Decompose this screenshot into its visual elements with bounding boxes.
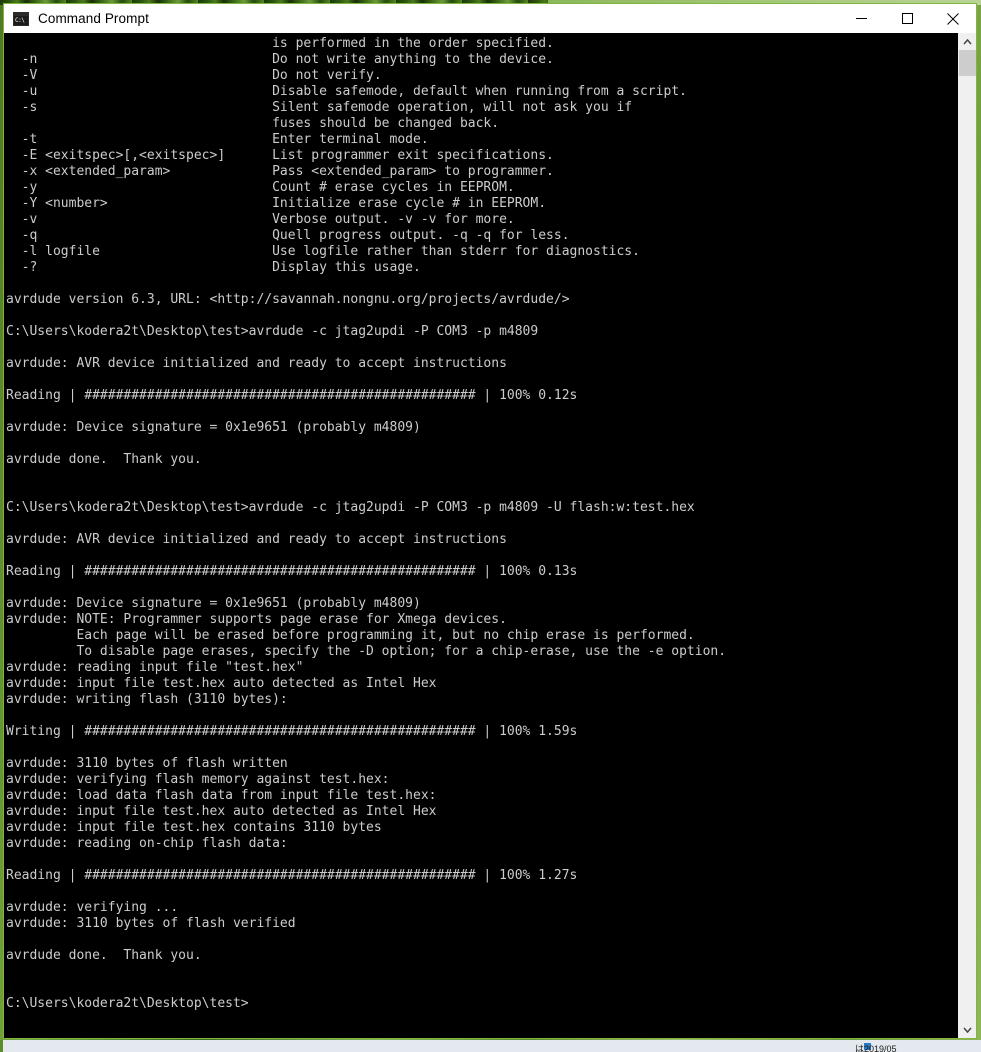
- maximize-button[interactable]: [884, 4, 930, 33]
- scroll-down-button[interactable]: [959, 1021, 976, 1038]
- maximize-icon: [901, 13, 913, 24]
- console-scrollbar[interactable]: [958, 33, 976, 1038]
- command-prompt-window: Command Prompt: [3, 3, 977, 1039]
- chevron-up-icon: [963, 38, 972, 45]
- close-button[interactable]: [930, 4, 976, 33]
- taskbar-label: は2019/05: [855, 1044, 897, 1052]
- chevron-down-icon: [963, 1026, 972, 1033]
- minimize-button[interactable]: [838, 4, 884, 33]
- console-area: is performed in the order specified. -n …: [4, 33, 976, 1038]
- cmd-icon: [13, 11, 29, 26]
- scroll-up-button[interactable]: [959, 33, 976, 50]
- taskbar-strip-edge: [0, 1040, 3, 1052]
- minimize-icon: [855, 18, 867, 19]
- scrollbar-thumb[interactable]: [959, 50, 976, 76]
- close-icon: [947, 12, 959, 25]
- console-output[interactable]: is performed in the order specified. -n …: [4, 33, 958, 1038]
- window-title: Command Prompt: [38, 11, 149, 26]
- scrollbar-track[interactable]: [959, 50, 976, 1021]
- window-controls: [838, 4, 976, 33]
- taskbar-strip: は2019/05: [0, 1040, 981, 1052]
- window-titlebar[interactable]: Command Prompt: [4, 4, 976, 33]
